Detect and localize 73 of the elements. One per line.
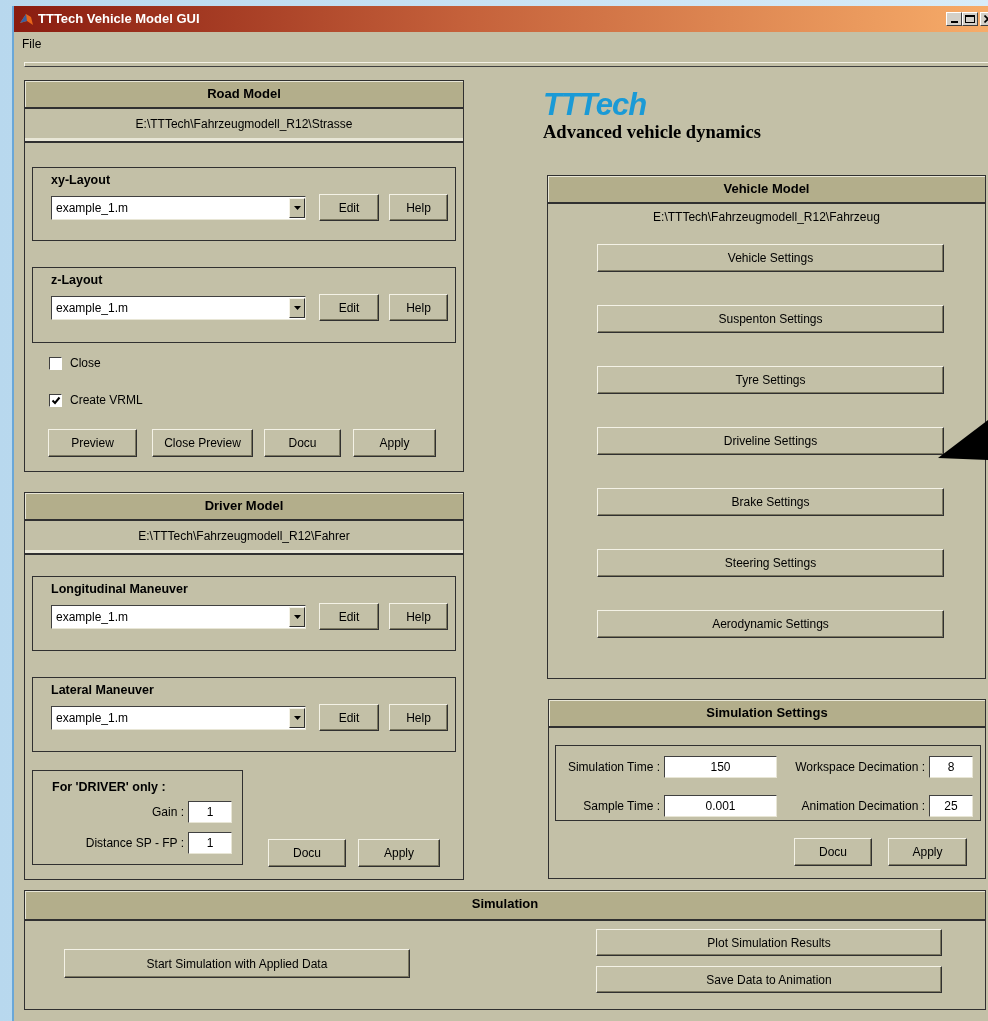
caret-icon [293, 305, 301, 310]
input-field[interactable]: 25 [929, 794, 973, 817]
minimize-button[interactable] [946, 12, 962, 26]
caret-icon [293, 205, 301, 210]
button[interactable]: Vehicle Settings [597, 244, 944, 272]
dropdown[interactable]: example_1.m [51, 295, 306, 320]
button[interactable]: Help [389, 603, 448, 630]
group-title: Lateral Maneuver [51, 682, 155, 698]
field-label: Simulation Time : [566, 759, 661, 777]
dropdown[interactable]: example_1.m [51, 604, 306, 629]
checkbox-label: Close [70, 355, 101, 372]
button[interactable]: Help [389, 194, 448, 221]
path-label: E:\TTTech\Fahrzeugmodell_R12\Fahrzeug [652, 209, 881, 226]
button[interactable]: Edit [319, 294, 379, 321]
button[interactable]: Aerodynamic Settings [597, 610, 944, 638]
maximize-button[interactable] [962, 12, 978, 26]
button[interactable]: Docu [264, 429, 341, 457]
button[interactable]: Save Data to Animation [596, 966, 942, 993]
group-title: For 'DRIVER' only : [52, 779, 167, 795]
input-field[interactable]: 8 [929, 756, 973, 779]
field-label: Animation Decimation : [800, 797, 926, 815]
button[interactable]: Start Simulation with Applied Data [64, 949, 410, 978]
caret-icon [293, 715, 301, 720]
field-label: Workspace Decimation : [794, 759, 926, 777]
field-label: Distance SP - FP : [85, 835, 184, 852]
app-icon [18, 11, 34, 27]
button[interactable]: Tyre Settings [597, 366, 944, 394]
minimize-icon [950, 21, 958, 23]
button[interactable]: Docu [794, 838, 872, 866]
panel-header: Simulation Settings [549, 700, 985, 728]
button[interactable]: Docu [268, 839, 346, 867]
button[interactable]: Steering Settings [597, 549, 944, 577]
caret-icon [293, 614, 301, 619]
path-label: E:\TTTech\Fahrzeugmodell_R12\Strasse [25, 109, 463, 143]
panel-header: Vehicle Model [548, 176, 985, 204]
button[interactable]: Help [389, 704, 448, 731]
button[interactable]: Plot Simulation Results [596, 929, 942, 956]
checkbox-label: Create VRML [70, 392, 143, 409]
button[interactable]: Apply [888, 838, 967, 866]
input-field[interactable]: 150 [664, 756, 777, 779]
dropdown[interactable]: example_1.m [51, 195, 306, 220]
button[interactable]: Help [389, 294, 448, 321]
panel-header: Simulation [25, 891, 985, 921]
menu-item[interactable]: File [22, 35, 42, 53]
path-label: E:\TTTech\Fahrzeugmodell_R12\Fahrer [25, 521, 463, 555]
button[interactable]: Edit [319, 194, 379, 221]
button[interactable]: Close Preview [152, 429, 253, 457]
checkbox[interactable] [49, 393, 62, 407]
button[interactable]: Brake Settings [597, 488, 944, 516]
field-label: Sample Time : [582, 797, 661, 815]
panel-header: Driver Model [25, 493, 463, 521]
input-field[interactable]: 1 [188, 801, 232, 823]
input-field[interactable]: 1 [188, 832, 232, 854]
button[interactable]: Apply [353, 429, 436, 457]
field-label: Gain : [152, 804, 184, 821]
input-field[interactable]: 0.001 [664, 794, 777, 817]
dropdown[interactable]: example_1.m [51, 705, 306, 730]
button[interactable]: Driveline Settings [597, 427, 944, 455]
logo: TTTech [543, 89, 648, 121]
button[interactable]: Apply [358, 839, 440, 867]
button[interactable]: Edit [319, 603, 379, 630]
group-title: Longitudinal Maneuver [51, 581, 189, 597]
panel-header: Road Model [25, 81, 463, 109]
group-title: xy-Layout [51, 172, 112, 188]
group-title: z-Layout [51, 272, 104, 288]
maximize-icon [965, 15, 975, 23]
window-title: TTTech Vehicle Model GUI [38, 10, 200, 29]
button[interactable]: Edit [319, 704, 379, 731]
check-icon [50, 395, 61, 405]
button[interactable]: Preview [48, 429, 137, 457]
tagline: Advanced vehicle dynamics [543, 121, 762, 143]
button[interactable]: Suspenton Settings [597, 305, 944, 333]
checkbox[interactable] [49, 356, 62, 370]
